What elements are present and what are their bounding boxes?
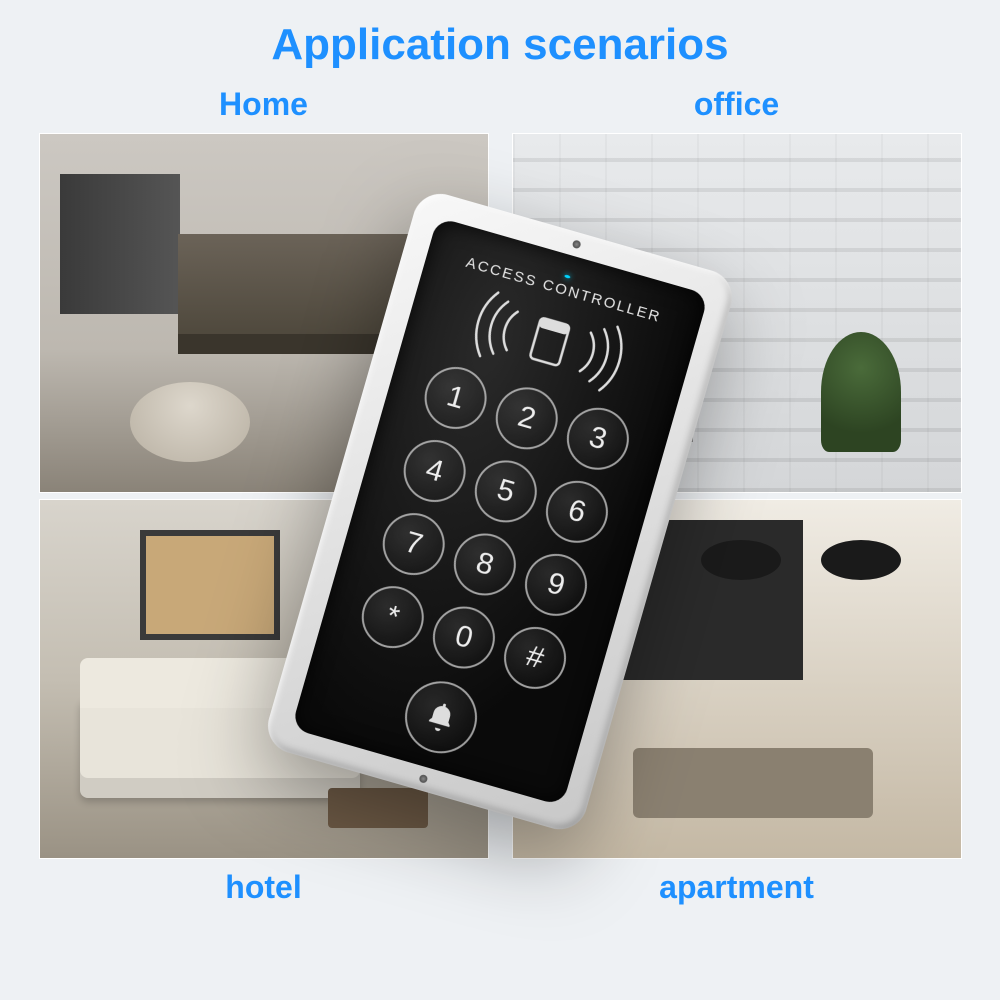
key-7[interactable]: 7 bbox=[375, 506, 452, 583]
label-apartment: apartment bbox=[659, 869, 814, 906]
key-hash[interactable]: # bbox=[497, 620, 574, 697]
key-9[interactable]: 9 bbox=[518, 547, 595, 624]
key-8[interactable]: 8 bbox=[446, 526, 523, 603]
screw-icon bbox=[418, 774, 428, 784]
label-office: office bbox=[694, 86, 779, 123]
label-hotel: hotel bbox=[225, 869, 301, 906]
bell-icon bbox=[420, 696, 462, 738]
key-6[interactable]: 6 bbox=[539, 473, 616, 550]
key-5[interactable]: 5 bbox=[467, 453, 544, 530]
page-title: Application scenarios bbox=[0, 0, 1000, 86]
label-home: Home bbox=[219, 86, 308, 123]
key-4[interactable]: 4 bbox=[396, 433, 473, 510]
key-2[interactable]: 2 bbox=[488, 380, 565, 457]
key-0[interactable]: 0 bbox=[426, 599, 503, 676]
status-led-icon bbox=[564, 274, 571, 279]
key-star[interactable]: * bbox=[354, 579, 431, 656]
keypad: 1 2 3 4 5 6 7 8 9 * 0 # bbox=[354, 360, 636, 697]
screw-icon bbox=[572, 239, 582, 249]
key-3[interactable]: 3 bbox=[560, 400, 637, 477]
key-1[interactable]: 1 bbox=[417, 360, 494, 437]
doorbell-button[interactable] bbox=[396, 673, 485, 762]
